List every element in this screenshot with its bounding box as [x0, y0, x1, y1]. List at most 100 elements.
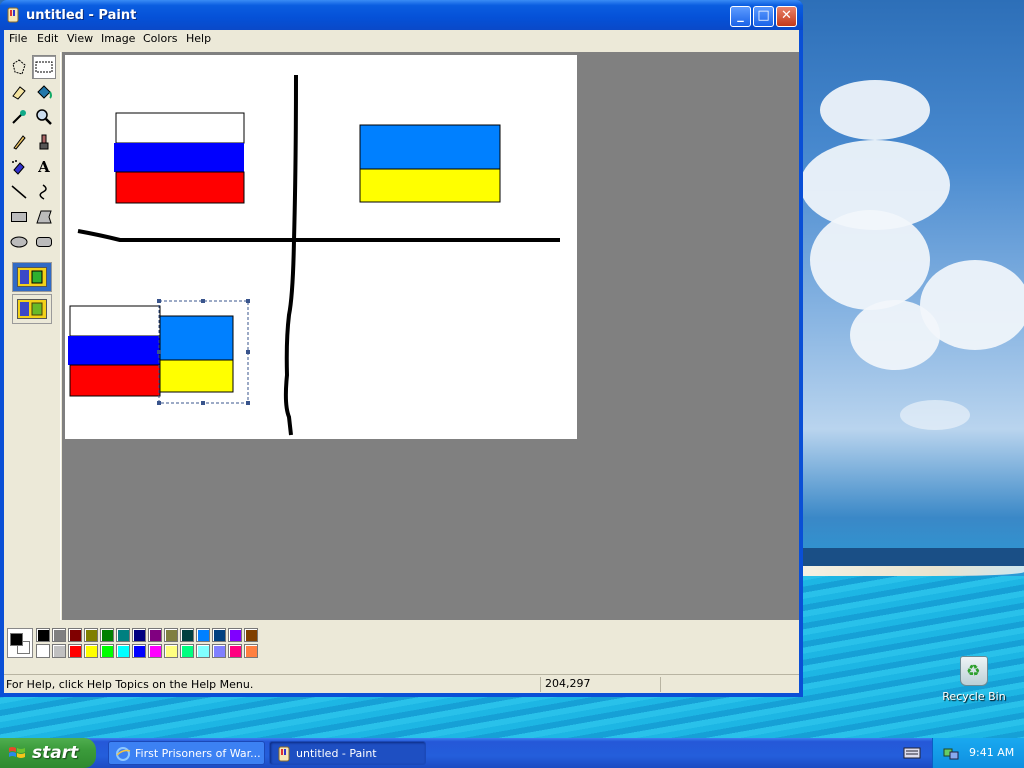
- taskbar: start First Prisoners of War... untitled…: [0, 738, 1024, 768]
- recycle-bin-icon: [960, 656, 988, 686]
- palette-swatch[interactable]: [180, 628, 194, 642]
- cloud: [850, 300, 940, 370]
- palette-swatch[interactable]: [164, 628, 178, 642]
- palette-swatch[interactable]: [100, 628, 114, 642]
- cloud: [820, 80, 930, 140]
- palette-swatch[interactable]: [52, 644, 66, 658]
- menu-file[interactable]: File: [9, 32, 27, 45]
- task-label: First Prisoners of War...: [135, 747, 261, 760]
- palette-swatch[interactable]: [52, 628, 66, 642]
- menu-bar: File Edit View Image Colors Help: [4, 30, 799, 49]
- russia-flag-top: [114, 112, 245, 204]
- canvas-drawing: [68, 74, 560, 436]
- ellipse-icon[interactable]: [7, 230, 31, 254]
- palette-swatch[interactable]: [180, 644, 194, 658]
- eraser-icon[interactable]: [7, 80, 31, 104]
- rectangle-icon[interactable]: [7, 205, 31, 229]
- palette-swatch[interactable]: [212, 628, 226, 642]
- menu-help[interactable]: Help: [186, 32, 211, 45]
- palette-swatch[interactable]: [36, 628, 50, 642]
- ukraine-flag-top: [359, 124, 501, 203]
- maximize-button[interactable]: □: [753, 6, 774, 27]
- palette-swatch[interactable]: [244, 628, 258, 642]
- foreground-color: [10, 633, 23, 646]
- status-size: [660, 677, 790, 692]
- transparent-option-transparent[interactable]: [12, 294, 52, 324]
- palette-swatch[interactable]: [196, 644, 210, 658]
- current-colors[interactable]: [7, 628, 33, 658]
- palette-swatch[interactable]: [116, 644, 130, 658]
- menu-image[interactable]: Image: [101, 32, 135, 45]
- palette-swatch[interactable]: [84, 628, 98, 642]
- paint-app-icon: [7, 7, 19, 23]
- network-icon[interactable]: [943, 745, 959, 761]
- transparent-option-opaque[interactable]: [12, 262, 52, 292]
- palette-swatch[interactable]: [148, 628, 162, 642]
- transparent-selection-icon: [17, 299, 47, 319]
- pick-color-icon[interactable]: [7, 105, 31, 129]
- clock[interactable]: 9:41 AM: [969, 746, 1014, 759]
- palette-swatch[interactable]: [228, 644, 242, 658]
- airbrush-icon[interactable]: [7, 155, 31, 179]
- palette-swatch[interactable]: [68, 644, 82, 658]
- window-client: File Edit View Image Colors Help A For H…: [4, 30, 799, 693]
- free-form-select-icon[interactable]: [7, 55, 31, 79]
- palette-swatch[interactable]: [68, 628, 82, 642]
- palette-swatch[interactable]: [84, 644, 98, 658]
- curve-icon[interactable]: [32, 180, 56, 204]
- magnifier-icon[interactable]: [32, 105, 56, 129]
- palette-swatch[interactable]: [196, 628, 210, 642]
- task-label: untitled - Paint: [296, 747, 377, 760]
- color-palette: [4, 622, 799, 670]
- select-icon[interactable]: [32, 55, 56, 79]
- palette-swatch[interactable]: [36, 644, 50, 658]
- recycle-bin[interactable]: Recycle Bin: [940, 656, 1008, 703]
- status-coordinates: 204,297: [540, 677, 660, 692]
- maximize-icon: □: [757, 8, 770, 23]
- polygon-icon[interactable]: [32, 205, 56, 229]
- status-bar: For Help, click Help Topics on the Help …: [4, 674, 799, 693]
- ie-icon: [116, 747, 131, 761]
- brush-icon[interactable]: [32, 130, 56, 154]
- toolbox: A: [4, 52, 61, 620]
- task-paint-window[interactable]: untitled - Paint: [269, 741, 426, 765]
- window-title: untitled - Paint: [26, 8, 137, 23]
- palette-swatch[interactable]: [228, 628, 242, 642]
- pencil-icon[interactable]: [7, 130, 31, 154]
- palette-swatch[interactable]: [132, 644, 146, 658]
- rounded-rectangle-icon[interactable]: [32, 230, 56, 254]
- close-button[interactable]: ✕: [776, 6, 797, 27]
- fill-icon[interactable]: [32, 80, 56, 104]
- cloud: [810, 210, 930, 310]
- cloud: [900, 400, 970, 430]
- canvas-area: [62, 52, 799, 620]
- opaque-selection-icon: [17, 267, 47, 287]
- recycle-bin-label: Recycle Bin: [942, 690, 1006, 703]
- windows-logo-icon: [9, 747, 25, 758]
- start-button[interactable]: start: [0, 738, 96, 768]
- text-icon[interactable]: A: [32, 155, 56, 179]
- menu-colors[interactable]: Colors: [143, 32, 177, 45]
- minimize-icon: _: [737, 8, 744, 23]
- line-icon[interactable]: [7, 180, 31, 204]
- menu-edit[interactable]: Edit: [37, 32, 58, 45]
- close-icon: ✕: [781, 8, 792, 23]
- vertical-line: [283, 74, 298, 436]
- palette-swatch[interactable]: [100, 644, 114, 658]
- palette-swatch[interactable]: [116, 628, 130, 642]
- palette-swatch[interactable]: [164, 644, 178, 658]
- menu-view[interactable]: View: [67, 32, 93, 45]
- minimize-button[interactable]: _: [730, 6, 751, 27]
- russia-flag-bottom: [68, 305, 161, 397]
- task-ie-window[interactable]: First Prisoners of War...: [108, 741, 265, 765]
- title-bar[interactable]: untitled - Paint _ □ ✕: [0, 0, 803, 30]
- palette-swatch[interactable]: [148, 644, 162, 658]
- paint-window: untitled - Paint _ □ ✕ File Edit View Im…: [0, 0, 803, 697]
- horizontal-line: [77, 229, 560, 242]
- drawing-canvas[interactable]: [65, 55, 577, 439]
- palette-swatch[interactable]: [212, 644, 226, 658]
- palette-swatch[interactable]: [132, 628, 146, 642]
- beach: [800, 566, 1024, 576]
- keyboard-icon[interactable]: [903, 746, 921, 760]
- palette-swatch[interactable]: [244, 644, 258, 658]
